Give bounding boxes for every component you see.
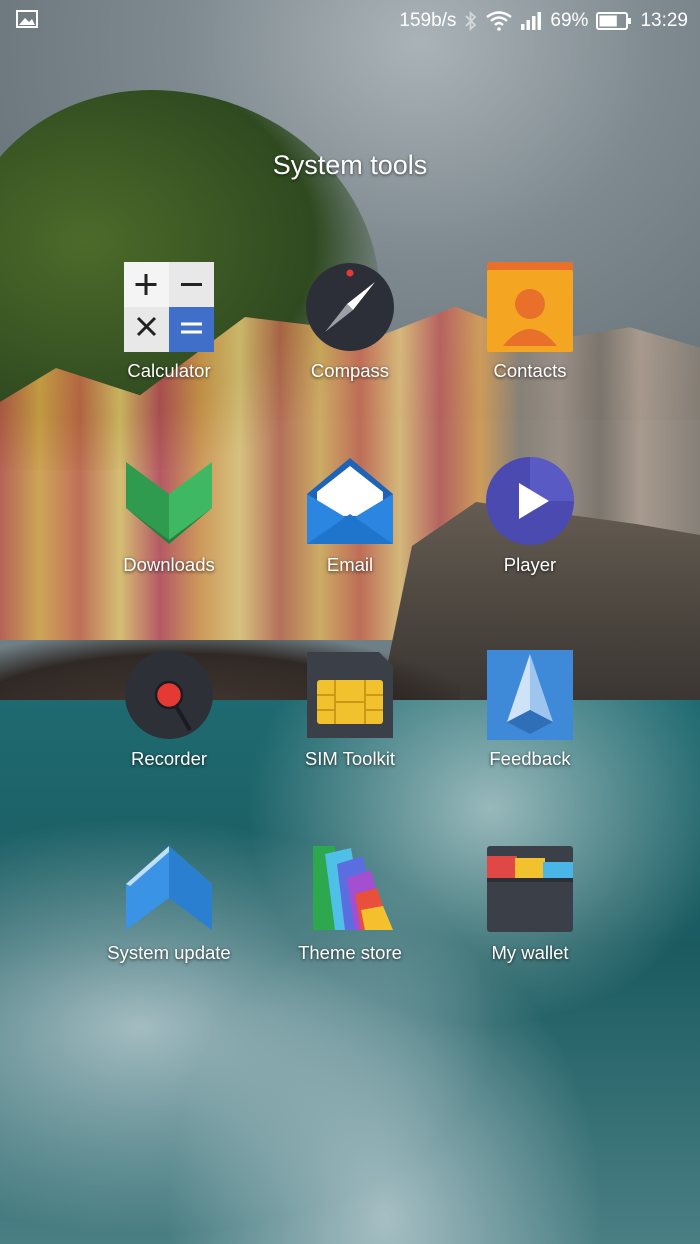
app-label: Player [503, 554, 557, 575]
app-label: My wallet [491, 942, 569, 963]
feedback-icon [487, 650, 573, 740]
image-notification-icon [16, 10, 38, 28]
net-speed: 159b/s [399, 10, 457, 31]
player-icon [486, 457, 574, 545]
app-system-update[interactable]: System update [79, 844, 259, 984]
app-label: Calculator [127, 360, 211, 381]
system-update-icon [126, 846, 212, 930]
downloads-icon [126, 462, 212, 544]
folder-title: System tools [272, 150, 428, 180]
recorder-icon [125, 651, 213, 739]
wallet-icon [487, 846, 573, 932]
app-my-wallet[interactable]: My wallet [440, 844, 620, 984]
bluetooth-icon [465, 11, 477, 31]
app-label: Email [326, 554, 374, 575]
wallpaper [0, 0, 700, 1244]
app-label: Recorder [130, 748, 208, 769]
email-icon [307, 458, 393, 544]
app-downloads[interactable]: Downloads [79, 456, 259, 596]
app-sim-toolkit[interactable]: SIM Toolkit [260, 650, 440, 790]
app-compass[interactable]: Compass [260, 262, 440, 402]
theme-store-icon [313, 846, 393, 930]
app-player[interactable]: Player [440, 456, 620, 596]
contacts-icon [487, 262, 573, 352]
wifi-icon [486, 11, 513, 31]
app-theme-store[interactable]: Theme store [260, 844, 440, 984]
app-label: Feedback [489, 748, 571, 769]
sim-toolkit-icon [307, 652, 393, 738]
app-label: Theme store [298, 942, 402, 963]
app-calculator[interactable]: Calculator [79, 262, 259, 402]
app-label: Contacts [493, 360, 567, 381]
battery-percent: 69% [550, 10, 589, 31]
cellular-signal-icon [521, 12, 542, 30]
app-label: Downloads [123, 554, 215, 575]
battery-icon [596, 12, 632, 30]
compass-icon [306, 263, 394, 351]
app-recorder[interactable]: Recorder [79, 650, 259, 790]
app-contacts[interactable]: Contacts [440, 262, 620, 402]
app-feedback[interactable]: Feedback [440, 650, 620, 790]
app-label: Compass [310, 360, 390, 381]
calculator-icon [124, 262, 214, 352]
app-label: SIM Toolkit [304, 748, 396, 769]
app-label: System update [107, 942, 231, 963]
app-email[interactable]: Email [260, 456, 440, 596]
status-bar: 159b/s 69% 13:29 [0, 0, 700, 42]
clock: 13:29 [640, 10, 688, 31]
